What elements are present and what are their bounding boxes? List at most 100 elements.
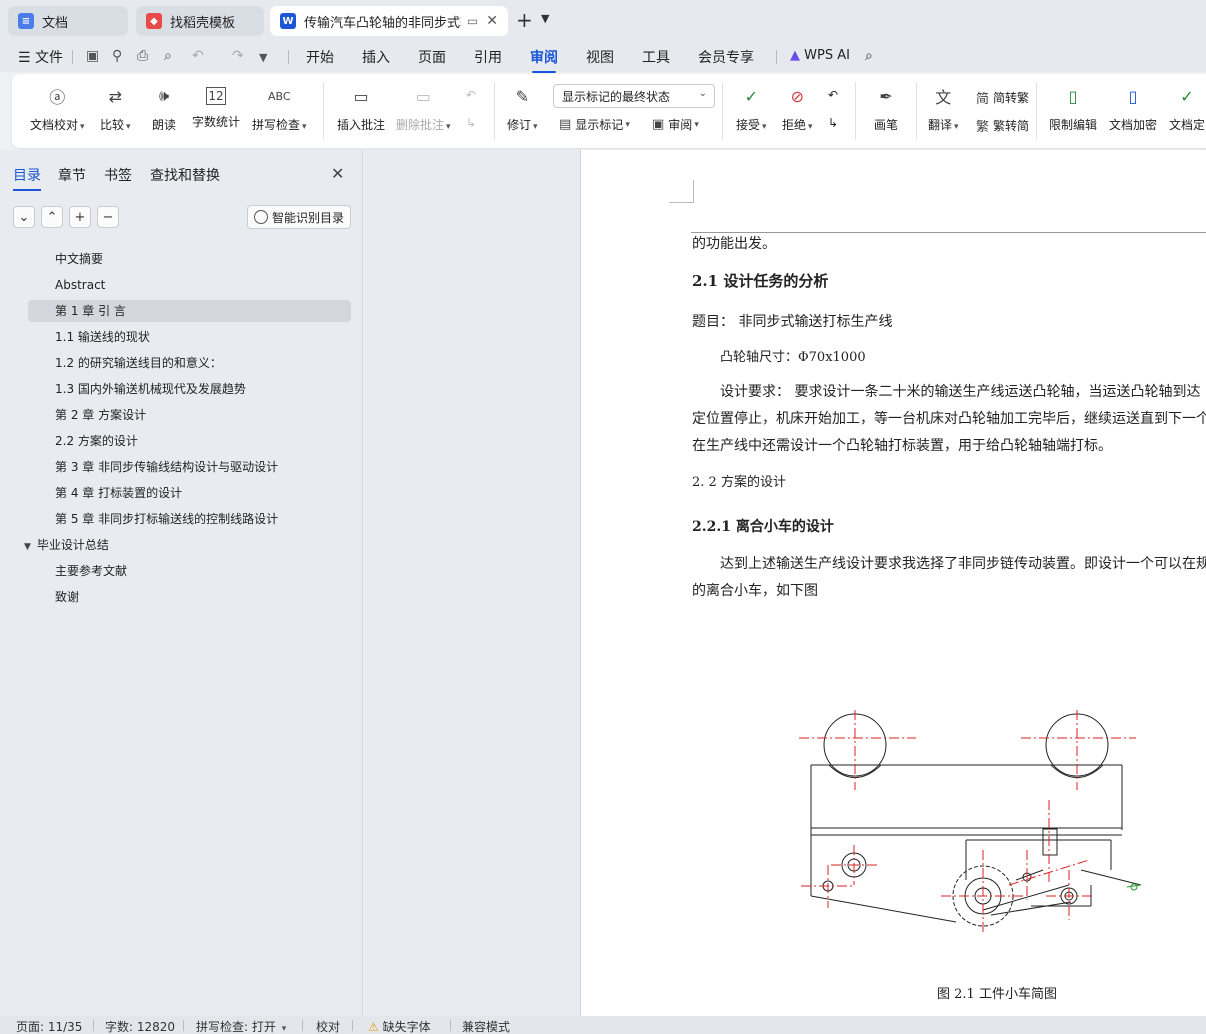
divider: [302, 1020, 303, 1031]
reject-button[interactable]: ⊘ 拒绝 ▾: [782, 84, 813, 133]
print-icon[interactable]: ⎙: [137, 48, 148, 64]
word-count-icon: 12: [206, 87, 226, 105]
wps-ai-label: WPS AI: [804, 48, 850, 63]
accept-icon: ✓: [744, 86, 758, 106]
tab-toc[interactable]: 目录: [13, 165, 41, 191]
toc-item[interactable]: 第 2 章 方案设计: [55, 404, 146, 426]
print-preview-icon[interactable]: ⌕: [164, 48, 172, 64]
toc-item-label: 中文摘要: [55, 252, 104, 266]
translate-button[interactable]: 文 翻译 ▾: [928, 84, 959, 133]
cart-drawing-figure: [799, 710, 1142, 932]
close-icon[interactable]: ✕: [486, 13, 498, 29]
finalize-button[interactable]: ✓ 文档定: [1169, 84, 1205, 133]
undo-icon[interactable]: ↶: [192, 48, 204, 64]
previous-change-icon[interactable]: ↶: [828, 88, 838, 102]
page-indicator[interactable]: 页面: 11/35: [16, 1018, 82, 1034]
review-pane-icon: ▣: [652, 117, 665, 132]
divider: [855, 82, 856, 140]
review-ribbon: ⓐ 文档校对 ▾ ⇄ 比较 ▾ 🕪 朗读 12 字数统计 ABC 拼写检查 ▾ ▭ 插…: [12, 74, 1206, 148]
menu-references[interactable]: 引用: [474, 47, 502, 67]
markup-display-select[interactable]: 显示标记的最终状态 ⌄: [553, 84, 715, 108]
toc-item[interactable]: 中文摘要: [55, 248, 103, 270]
paragraph-requirement: 定位置停止，机床开始加工，等一台机床对凸轮轴加工完毕后，继续运送直到下一个: [692, 411, 1206, 427]
toc-item[interactable]: 1.1 输送线的现状: [55, 326, 150, 348]
menu-home[interactable]: 开始: [306, 47, 334, 67]
next-change-icon[interactable]: ↳: [828, 116, 838, 130]
compare-button[interactable]: ⇄ 比较 ▾: [100, 84, 131, 133]
chevron-down-icon[interactable]: ▼: [259, 51, 267, 64]
toc-item[interactable]: 第 5 章 非同步打标输送线的控制线路设计: [55, 508, 278, 530]
search-icon[interactable]: ⌕: [865, 48, 873, 64]
button-label: 拒绝: [782, 118, 807, 132]
menu-insert[interactable]: 插入: [362, 47, 390, 67]
spell-check-status[interactable]: 拼写检查: 打开 ▾: [196, 1018, 286, 1034]
show-markup-button[interactable]: ▤ 显示标记 ▾: [559, 116, 630, 133]
save-icon[interactable]: ▣: [86, 48, 99, 64]
expand-arrow-icon[interactable]: ▼: [24, 542, 31, 552]
remove-heading-button[interactable]: −: [97, 206, 119, 228]
spell-check-button[interactable]: ABC 拼写检查 ▾: [252, 84, 307, 133]
redo-icon[interactable]: ↷: [232, 48, 244, 64]
toc-item-expandable[interactable]: ▼ 毕业设计总结: [24, 534, 109, 556]
encrypt-button[interactable]: ▯ 文档加密: [1109, 84, 1157, 133]
toc-item-label: Abstract: [55, 278, 106, 292]
review-pane-button[interactable]: ▣ 审阅 ▾: [652, 116, 699, 133]
previous-comment-icon[interactable]: ↶: [466, 88, 476, 102]
read-aloud-icon: 🕪: [158, 86, 170, 105]
wps-ai-button[interactable]: ▲ WPS AI: [790, 48, 850, 63]
menu-page[interactable]: 页面: [418, 47, 446, 67]
track-changes-button[interactable]: ✎ 修订 ▾: [507, 84, 538, 133]
pen-button[interactable]: ✒ 画笔: [873, 84, 899, 133]
tab-bookmarks[interactable]: 书签: [104, 165, 132, 185]
toc-item[interactable]: Abstract: [55, 274, 105, 296]
toc-item[interactable]: 第 3 章 非同步传输线结构设计与驱动设计: [55, 456, 278, 478]
close-icon[interactable]: ✕: [331, 164, 344, 183]
tab-docs[interactable]: ≡ 文档: [8, 6, 128, 36]
toc-item-label: 1.1 输送线的现状: [55, 330, 150, 344]
collapse-up-button[interactable]: ⌃: [41, 206, 63, 228]
add-heading-button[interactable]: +: [69, 206, 91, 228]
tab-find-replace[interactable]: 查找和替换: [150, 165, 220, 185]
delete-comment-button[interactable]: ▭ 删除批注 ▾: [396, 84, 451, 133]
share-icon[interactable]: ⚲: [112, 48, 122, 64]
word-count-indicator[interactable]: 字数: 12820: [105, 1018, 175, 1034]
next-comment-icon[interactable]: ↳: [466, 116, 476, 130]
to-simplified-button[interactable]: 繁繁转简: [976, 116, 1029, 135]
toc-item[interactable]: 致谢: [55, 586, 79, 608]
proofread-button[interactable]: ⓐ 文档校对 ▾: [30, 84, 85, 133]
toc-item[interactable]: 1.2 的研究输送线目的和意义：: [55, 352, 222, 374]
add-tab-icon[interactable]: +: [516, 8, 533, 32]
toc-item[interactable]: 1.3 国内外输送机械现代及发展趋势: [55, 378, 246, 400]
tab-current-document[interactable]: W 传输汽车凸轮轴的非同步式输送 ▭ ✕: [270, 6, 508, 36]
restrict-editing-icon: ▯: [1068, 86, 1078, 106]
docer-icon: ◆: [146, 13, 162, 29]
insert-comment-button[interactable]: ▭ 插入批注: [337, 84, 385, 133]
menu-member[interactable]: 会员专享: [698, 47, 754, 67]
toc-item-label: 第 4 章 打标装置的设计: [55, 486, 183, 500]
smart-toc-button[interactable]: 智能识别目录: [247, 205, 351, 229]
word-count-button[interactable]: 12 字数统计: [192, 84, 240, 130]
menu-tools[interactable]: 工具: [642, 47, 670, 67]
document-background: [364, 150, 580, 1016]
review-pane-label: 审阅: [668, 118, 693, 132]
monitor-icon[interactable]: ▭: [467, 14, 478, 28]
tab-docer-templates[interactable]: ◆ 找稻壳模板: [136, 6, 264, 36]
restrict-editing-button[interactable]: ▯ 限制编辑: [1049, 84, 1097, 133]
read-aloud-button[interactable]: 🕪 朗读: [151, 84, 177, 133]
proof-status[interactable]: 校对: [316, 1018, 340, 1034]
toc-item[interactable]: 第 4 章 打标装置的设计: [55, 482, 182, 504]
missing-font-status[interactable]: ⚠ 缺失字体: [368, 1018, 431, 1034]
chevron-down-icon[interactable]: ▼: [541, 12, 549, 25]
toc-item[interactable]: 主要参考文献: [55, 560, 127, 582]
file-menu[interactable]: ☰ 文件: [18, 47, 63, 67]
toc-item[interactable]: 2.2 方案的设计: [55, 430, 138, 452]
toc-item-selected[interactable]: 第 1 章 引 言: [28, 300, 351, 322]
tab-sections[interactable]: 章节: [58, 165, 86, 185]
compare-icon: ⇄: [108, 86, 122, 106]
document-page[interactable]: 的功能出发。 2.1 设计任务的分析 题目： 非同步式输送打标生产线 凸轮轴尺寸…: [580, 150, 1206, 1016]
menu-review[interactable]: 审阅: [530, 47, 558, 73]
to-traditional-button[interactable]: 简简转繁: [976, 88, 1029, 107]
collapse-down-button[interactable]: ⌄: [13, 206, 35, 228]
accept-button[interactable]: ✓ 接受 ▾: [736, 84, 767, 133]
menu-view[interactable]: 视图: [586, 47, 614, 67]
